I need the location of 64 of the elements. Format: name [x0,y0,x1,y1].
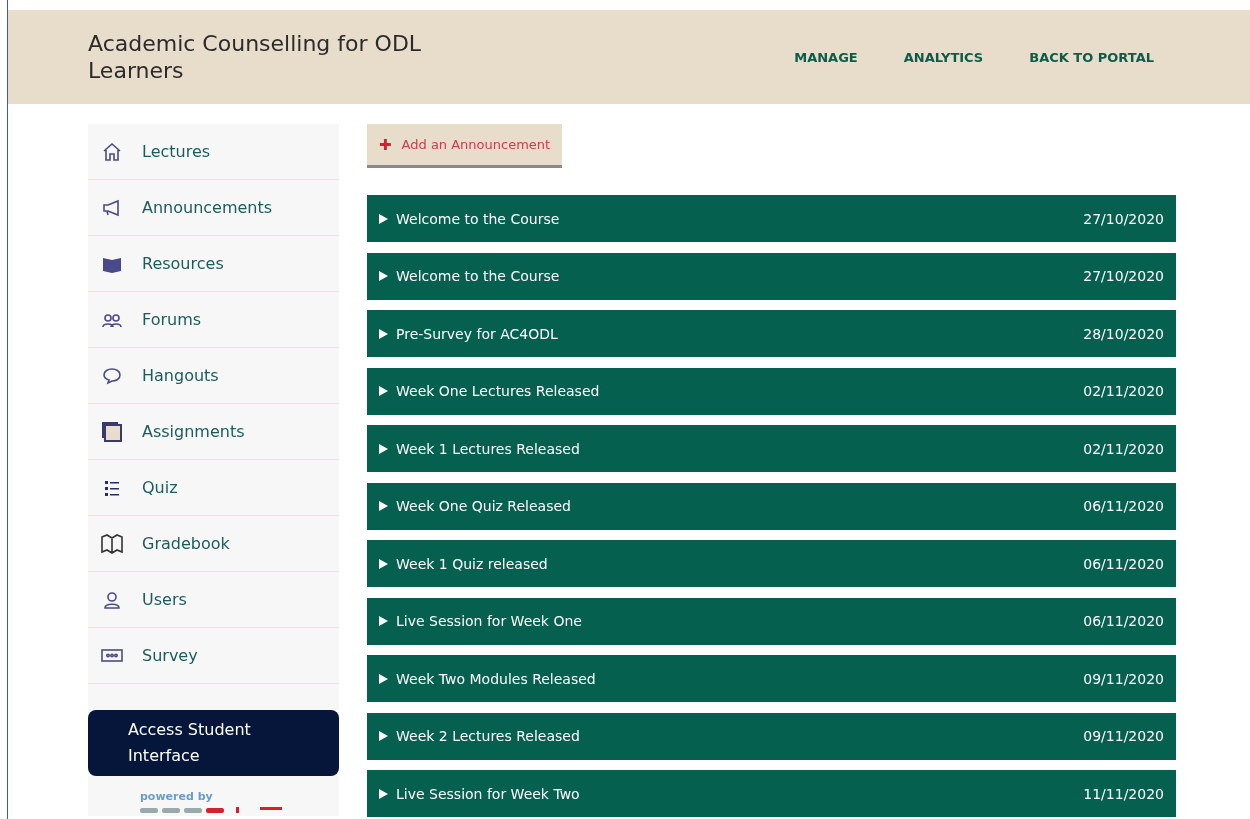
announcement-row[interactable]: Welcome to the Course 27/10/2020 [367,252,1176,300]
announcement-date: 09/11/2020 [1083,670,1164,687]
announcement-date: 28/10/2020 [1083,325,1164,342]
expand-triangle-icon [379,616,388,626]
announcement-row[interactable]: Pre-Survey for AC4ODL 28/10/2020 [367,310,1176,357]
expand-triangle-icon [379,673,388,684]
announcement-date: 02/11/2020 [1083,383,1164,399]
announcement-date: 27/10/2020 [1083,210,1164,227]
announcement-date: 27/10/2020 [1083,268,1164,284]
expand-triangle-icon [379,501,388,511]
announcement-row[interactable]: Week One Quiz Released 06/11/2020 [367,482,1176,530]
sidebar-item[interactable]: Lectures [88,124,339,180]
announcement-row[interactable]: Week 2 Lectures Released 09/11/2020 [367,712,1176,760]
sidebar-item[interactable]: Survey [88,628,339,684]
announcement-row[interactable]: Live Session for Week Two 11/11/2020 [367,770,1176,817]
announcement-date: 02/11/2020 [1083,440,1164,457]
announcement-title: Live Session for Week Two [396,785,581,802]
announcement-date: 06/11/2020 [1083,613,1164,629]
expand-triangle-icon [379,788,388,799]
announcement-title: Welcome to the Course [396,268,561,284]
announcement-title: Week 1 Quiz released [396,555,549,572]
nav-link[interactable]: BACK TO PORTAL [1029,49,1154,65]
sidebar-item[interactable]: Quiz [88,460,339,516]
announcement-title: Live Session for Week One [396,613,583,629]
stacked-pages-icon [100,419,124,444]
sidebar-item[interactable]: Users [88,572,339,628]
powered-by-text: powered by [140,790,214,803]
expand-triangle-icon [379,213,388,224]
sidebar-item[interactable]: Hangouts [88,348,339,404]
expand-triangle-icon [379,328,388,339]
announcement-row[interactable]: Week 1 Quiz released 06/11/2020 [367,540,1176,587]
expand-triangle-icon [379,271,388,281]
announcement-title: Week Two Modules Released [396,670,597,687]
announcement-title: Week One Quiz Released [396,498,572,514]
sidebar-item[interactable]: Resources [88,236,339,292]
announcement-date: 06/11/2020 [1083,498,1164,514]
announcement-date: 06/11/2020 [1083,555,1164,572]
add-announcement-button[interactable]: ✚ Add an Announcement [367,124,563,168]
expand-triangle-icon [379,386,388,396]
announcement-title: Week 2 Lectures Released [396,728,581,744]
nav-link[interactable]: MANAGE [794,49,858,65]
announcement-row[interactable]: Welcome to the Course 27/10/2020 [367,195,1176,242]
announcement-row[interactable]: Week Two Modules Released 09/11/2020 [367,655,1176,702]
announcement-row[interactable]: Live Session for Week One 06/11/2020 [367,597,1176,645]
access-student-interface-button[interactable]: Access Student Interface [88,710,339,776]
announcement-date: 11/11/2020 [1083,785,1164,802]
plus-icon: ✚ [379,135,392,154]
open-book-icon [100,531,124,556]
announcement-row[interactable]: Week One Lectures Released 02/11/2020 [367,367,1176,415]
sidebar-item[interactable]: Assignments [88,404,339,460]
announcement-title: Pre-Survey for AC4ODL [396,325,559,342]
announcement-title: Welcome to the Course [396,210,561,227]
announcement-title: Week 1 Lectures Released [396,440,581,457]
sidebar-item[interactable]: Announcements [88,180,339,236]
sidebar-item[interactable]: Forums [88,292,339,348]
announcement-date: 09/11/2020 [1083,728,1164,744]
expand-triangle-icon [379,443,388,454]
announcement-row[interactable]: Week 1 Lectures Released 02/11/2020 [367,425,1176,472]
course-title: Academic Counselling for ODL Learners [88,30,423,84]
announcement-title: Week One Lectures Released [396,383,601,399]
sidebar-item[interactable]: Gradebook [88,516,339,572]
expand-triangle-icon [379,558,388,569]
expand-triangle-icon [379,731,388,741]
nav-link[interactable]: ANALYTICS [903,49,984,65]
